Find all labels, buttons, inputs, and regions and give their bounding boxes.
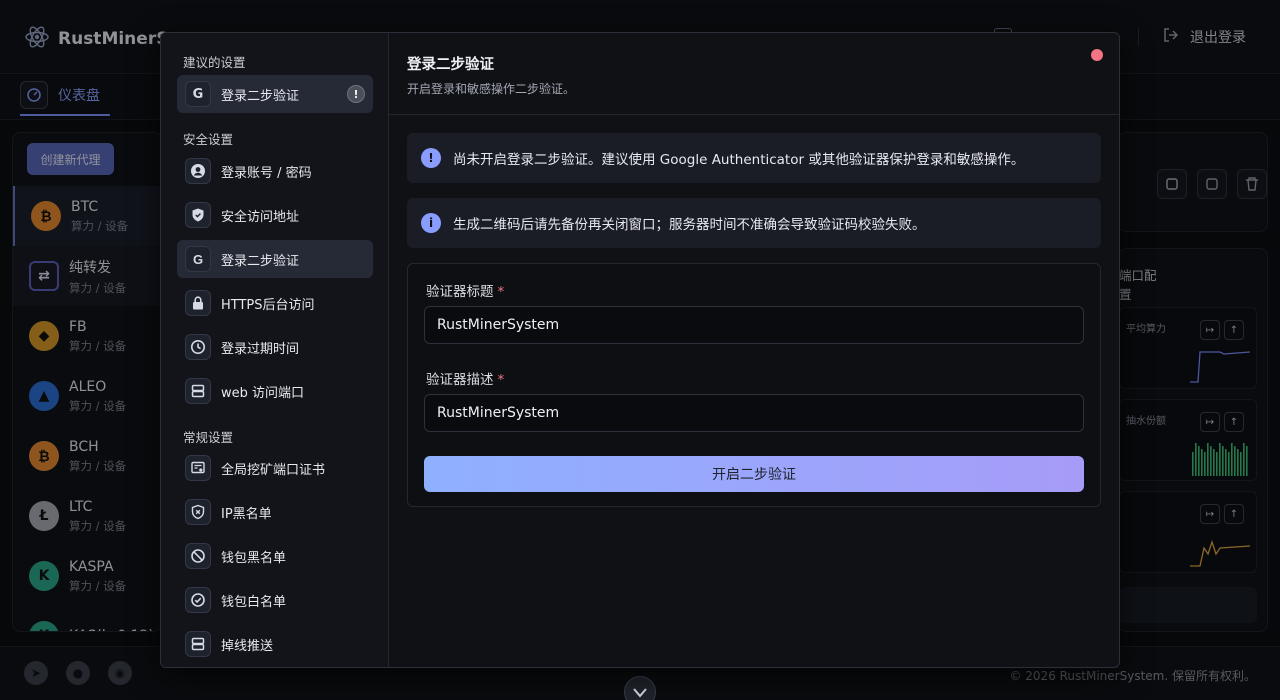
nav-item-label: 登录账号 / 密码 [221, 165, 312, 181]
nav-item-security-0[interactable]: 登录账号 / 密码 [177, 152, 373, 190]
nav-item-recommended-2fa[interactable]: G 登录二步验证 ! [177, 75, 373, 113]
content-header: 登录二步验证 开启登录和敏感操作二步验证。 [389, 33, 1119, 115]
user-icon [185, 158, 211, 184]
required-mark: * [497, 284, 505, 300]
lock-icon [185, 290, 211, 316]
nav-item-label: IP黑名单 [221, 506, 272, 522]
nav-item-security-2[interactable]: G 登录二步验证 [177, 240, 373, 278]
google-icon: G [185, 246, 211, 272]
clock-icon [185, 334, 211, 360]
server-icon [185, 378, 211, 404]
nav-item-label: web 访问端口 [221, 385, 305, 401]
nav-item-security-1[interactable]: 安全访问地址 [177, 196, 373, 234]
nav-item-label: 钱包白名单 [221, 594, 287, 610]
collapse-button[interactable] [624, 676, 656, 700]
settings-modal: 建议的设置 G 登录二步验证 ! 安全设置 登录账号 / 密码 安全访问地址 G 登录… [160, 32, 1120, 668]
check-circle-icon [185, 587, 211, 613]
enable-2fa-button[interactable]: 开启二步验证 [424, 456, 1084, 492]
nav-item-general-3[interactable]: 钱包白名单 [177, 581, 373, 619]
nav-item-label: 登录过期时间 [221, 341, 300, 357]
desc-field-label: 验证器描述 * [426, 368, 504, 388]
shield-x-icon [185, 499, 211, 525]
chevron-down-icon [633, 683, 647, 700]
title-label-text: 验证器标题 [426, 284, 494, 300]
nav-item-general-2[interactable]: 钱包黑名单 [177, 537, 373, 575]
alert-text: 生成二维码后请先备份再关闭窗口；服务器时间不准确会导致验证码校验失败。 [453, 217, 926, 233]
nav-item-general-4[interactable]: 掉线推送 [177, 625, 373, 663]
certificate-icon [185, 455, 211, 481]
page-title: 登录二步验证 [407, 57, 494, 73]
required-mark: * [497, 372, 505, 388]
settings-content: 登录二步验证 开启登录和敏感操作二步验证。 ! 尚未开启登录二步验证。建议使用 … [389, 33, 1119, 667]
nav-item-label: 掉线推送 [221, 638, 274, 654]
nav-item-label: 钱包黑名单 [221, 550, 287, 566]
nav-group-security: 安全设置 [183, 132, 234, 147]
alert-not-enabled: ! 尚未开启登录二步验证。建议使用 Google Authenticator 或… [407, 133, 1101, 183]
nav-group-general: 常规设置 [183, 430, 234, 445]
nav-item-security-4[interactable]: 登录过期时间 [177, 328, 373, 366]
alert-backup-notice: i 生成二维码后请先备份再关闭窗口；服务器时间不准确会导致验证码校验失败。 [407, 198, 1101, 248]
nav-item-security-5[interactable]: web 访问端口 [177, 372, 373, 410]
authenticator-title-input[interactable] [424, 306, 1084, 344]
title-field-label: 验证器标题 * [426, 280, 504, 300]
nav-item-general-0[interactable]: 全局挖矿端口证书 [177, 449, 373, 487]
nav-item-label: HTTPS后台访问 [221, 297, 315, 313]
nav-item-label: 登录二步验证 [221, 253, 300, 269]
authenticator-desc-input[interactable] [424, 394, 1084, 432]
nav-item-label: 安全访问地址 [221, 209, 300, 225]
alert-text: 尚未开启登录二步验证。建议使用 Google Authenticator 或其他… [453, 152, 1025, 168]
info-icon: i [421, 213, 441, 233]
nav-item-label: 全局挖矿端口证书 [221, 462, 326, 478]
authenticator-form: 验证器标题* 验证器描述* 开启二步验证 [407, 263, 1101, 507]
block-icon [185, 543, 211, 569]
nav-item-label: 登录二步验证 [221, 88, 300, 104]
server-icon [185, 631, 211, 657]
nav-group-recommended: 建议的设置 [183, 55, 246, 70]
google-icon: G [185, 81, 211, 107]
nav-item-general-1[interactable]: IP黑名单 [177, 493, 373, 531]
page-subtitle: 开启登录和敏感操作二步验证。 [407, 82, 576, 96]
settings-nav: 建议的设置 G 登录二步验证 ! 安全设置 登录账号 / 密码 安全访问地址 G 登录… [161, 33, 389, 667]
alert-icon: ! [421, 148, 441, 168]
close-button[interactable] [1091, 49, 1103, 61]
desc-label-text: 验证器描述 [426, 372, 494, 388]
warning-badge: ! [347, 85, 365, 103]
nav-item-security-3[interactable]: HTTPS后台访问 [177, 284, 373, 322]
shield-icon [185, 202, 211, 228]
